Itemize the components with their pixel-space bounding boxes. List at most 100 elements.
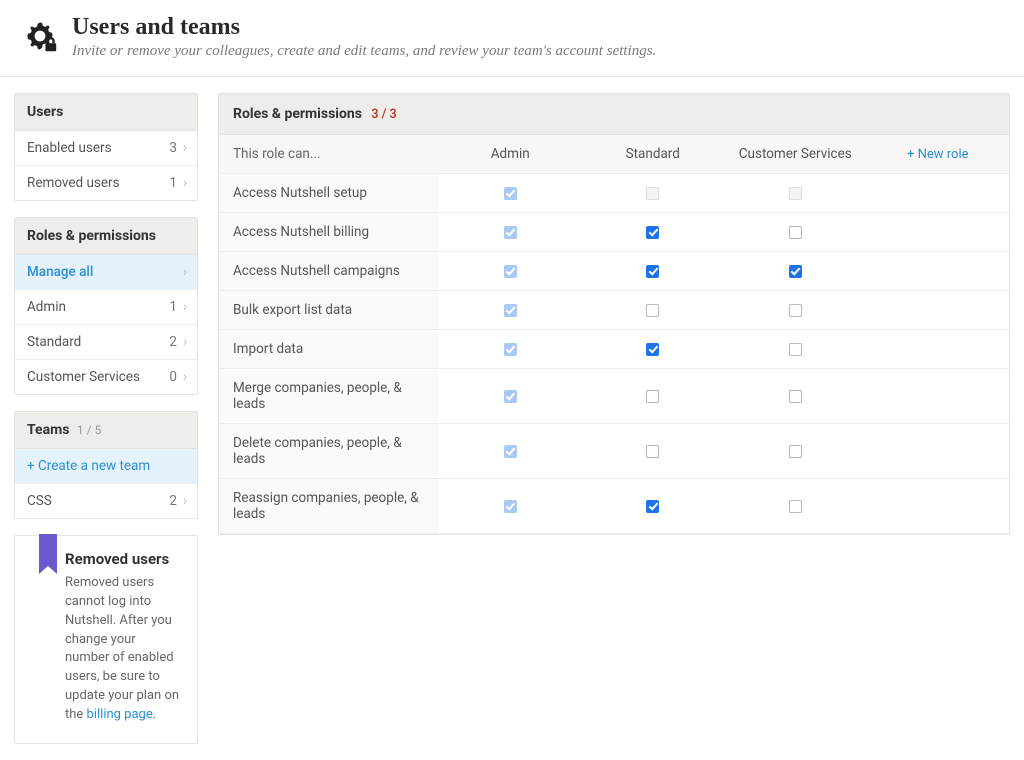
- sidebar-item-count: 2: [169, 493, 177, 509]
- permission-checkbox[interactable]: [646, 500, 659, 513]
- sidebar-item-count: 3: [169, 140, 177, 156]
- teams-ratio: 1 / 5: [77, 423, 101, 437]
- permission-label: Merge companies, people, & leads: [219, 369, 439, 424]
- permissions-title: Roles & permissions: [233, 106, 362, 122]
- permission-cell: [582, 424, 725, 479]
- new-role-button[interactable]: + New role: [907, 147, 969, 162]
- permission-checkbox[interactable]: [646, 390, 659, 403]
- sidebar-item-count: 1: [169, 175, 177, 191]
- permission-label: Import data: [219, 330, 439, 369]
- sidebar-roles-item-2[interactable]: Customer Services 0 ›: [15, 360, 197, 394]
- permission-checkbox: [789, 187, 802, 200]
- chevron-right-icon: ›: [183, 140, 187, 156]
- sidebar: Users Enabled users 3 › Removed users 1 › Rol…: [14, 93, 198, 744]
- permission-cell: [582, 330, 725, 369]
- chevron-right-icon: ›: [183, 369, 187, 385]
- permission-cell: [439, 330, 582, 369]
- permission-cell: [439, 213, 582, 252]
- permissions-col-label: This role can...: [219, 135, 439, 174]
- permission-row: Access Nutshell campaigns: [219, 252, 1009, 291]
- sidebar-roles-item-0[interactable]: Admin1›: [15, 290, 197, 325]
- permissions-card-header: Roles & permissions 3 / 3: [219, 94, 1009, 135]
- create-team-button[interactable]: + Create a new team: [15, 449, 197, 484]
- sidebar-users-item-1[interactable]: Removed users1›: [15, 166, 197, 200]
- roles-section-title: Roles & permissions: [15, 218, 197, 255]
- users-section-title: Users: [15, 94, 197, 131]
- permission-row: Merge companies, people, & leads: [219, 369, 1009, 424]
- sidebar-teams-item-0[interactable]: CSS2›: [15, 484, 197, 518]
- permission-checkbox[interactable]: [789, 304, 802, 317]
- page-subtitle: Invite or remove your colleagues, create…: [72, 43, 656, 60]
- gear-lock-icon: [22, 18, 58, 54]
- permission-checkbox[interactable]: [646, 226, 659, 239]
- sidebar-item-count: 0: [169, 369, 177, 385]
- permission-row: Bulk export list data: [219, 291, 1009, 330]
- sidebar-roles-item-1[interactable]: Standard2›: [15, 325, 197, 360]
- bookmark-icon: [39, 534, 57, 566]
- sidebar-item-label: Customer Services: [27, 369, 140, 385]
- chevron-right-icon: ›: [183, 299, 187, 315]
- billing-page-link[interactable]: billing page: [87, 707, 153, 722]
- chevron-right-icon: ›: [183, 334, 187, 350]
- permission-cell-empty: [867, 213, 1010, 252]
- permission-label: Reassign companies, people, & leads: [219, 479, 439, 534]
- sidebar-item-label: Standard: [27, 334, 81, 350]
- permission-label: Bulk export list data: [219, 291, 439, 330]
- new-role-column: + New role: [867, 135, 1010, 174]
- manage-all-label: Manage all: [27, 264, 93, 280]
- permission-cell: [582, 213, 725, 252]
- permission-checkbox: [504, 187, 517, 200]
- permission-cell: [724, 330, 867, 369]
- permission-checkbox[interactable]: [646, 343, 659, 356]
- permissions-table: This role can...AdminStandardCustomer Se…: [219, 135, 1009, 534]
- sidebar-item-label: Enabled users: [27, 140, 112, 156]
- sidebar-item-label: Removed users: [27, 175, 120, 191]
- tip-body-text: Removed users cannot log into Nutshell. …: [65, 575, 179, 722]
- permission-cell: [582, 479, 725, 534]
- permission-label: Access Nutshell billing: [219, 213, 439, 252]
- permission-row: Access Nutshell billing: [219, 213, 1009, 252]
- permission-cell: [724, 174, 867, 213]
- sidebar-users-item-0[interactable]: Enabled users 3 ›: [15, 131, 197, 166]
- page-header: Users and teams Invite or remove your co…: [0, 0, 1024, 77]
- permission-cell: [582, 369, 725, 424]
- permissions-ratio: 3 / 3: [371, 107, 396, 122]
- tip-body-suffix: .: [153, 707, 156, 722]
- permission-checkbox[interactable]: [789, 445, 802, 458]
- permission-checkbox[interactable]: [646, 445, 659, 458]
- permission-cell: [724, 213, 867, 252]
- page-title: Users and teams: [72, 14, 656, 41]
- permission-checkbox[interactable]: [789, 265, 802, 278]
- permission-cell: [724, 291, 867, 330]
- role-column-0: Admin: [439, 135, 582, 174]
- permission-cell: [724, 424, 867, 479]
- permission-checkbox[interactable]: [789, 500, 802, 513]
- permission-label: Access Nutshell setup: [219, 174, 439, 213]
- permission-checkbox[interactable]: [789, 390, 802, 403]
- permission-cell-empty: [867, 291, 1010, 330]
- teams-section-title: Teams 1 / 5: [15, 412, 197, 449]
- permission-checkbox: [504, 265, 517, 278]
- permission-checkbox: [504, 343, 517, 356]
- main-panel: Roles & permissions 3 / 3 This role can.…: [218, 93, 1010, 535]
- permission-cell-empty: [867, 174, 1010, 213]
- permission-cell-empty: [867, 330, 1010, 369]
- permission-cell-empty: [867, 252, 1010, 291]
- sidebar-item-count: 1: [169, 299, 177, 315]
- manage-all-link[interactable]: Manage all ›: [15, 255, 197, 290]
- chevron-right-icon: ›: [183, 493, 187, 509]
- chevron-right-icon: ›: [183, 264, 187, 280]
- permission-checkbox[interactable]: [789, 343, 802, 356]
- permission-cell: [439, 369, 582, 424]
- permission-checkbox[interactable]: [789, 226, 802, 239]
- permission-cell: [439, 424, 582, 479]
- permission-row: Reassign companies, people, & leads: [219, 479, 1009, 534]
- permission-checkbox: [504, 304, 517, 317]
- teams-section: Teams 1 / 5 + Create a new team CSS2›: [14, 411, 198, 519]
- permission-checkbox[interactable]: [646, 304, 659, 317]
- permission-row: Delete companies, people, & leads: [219, 424, 1009, 479]
- permission-cell-empty: [867, 424, 1010, 479]
- tip-title: Removed users: [65, 550, 183, 568]
- permission-checkbox[interactable]: [646, 265, 659, 278]
- permission-cell: [724, 369, 867, 424]
